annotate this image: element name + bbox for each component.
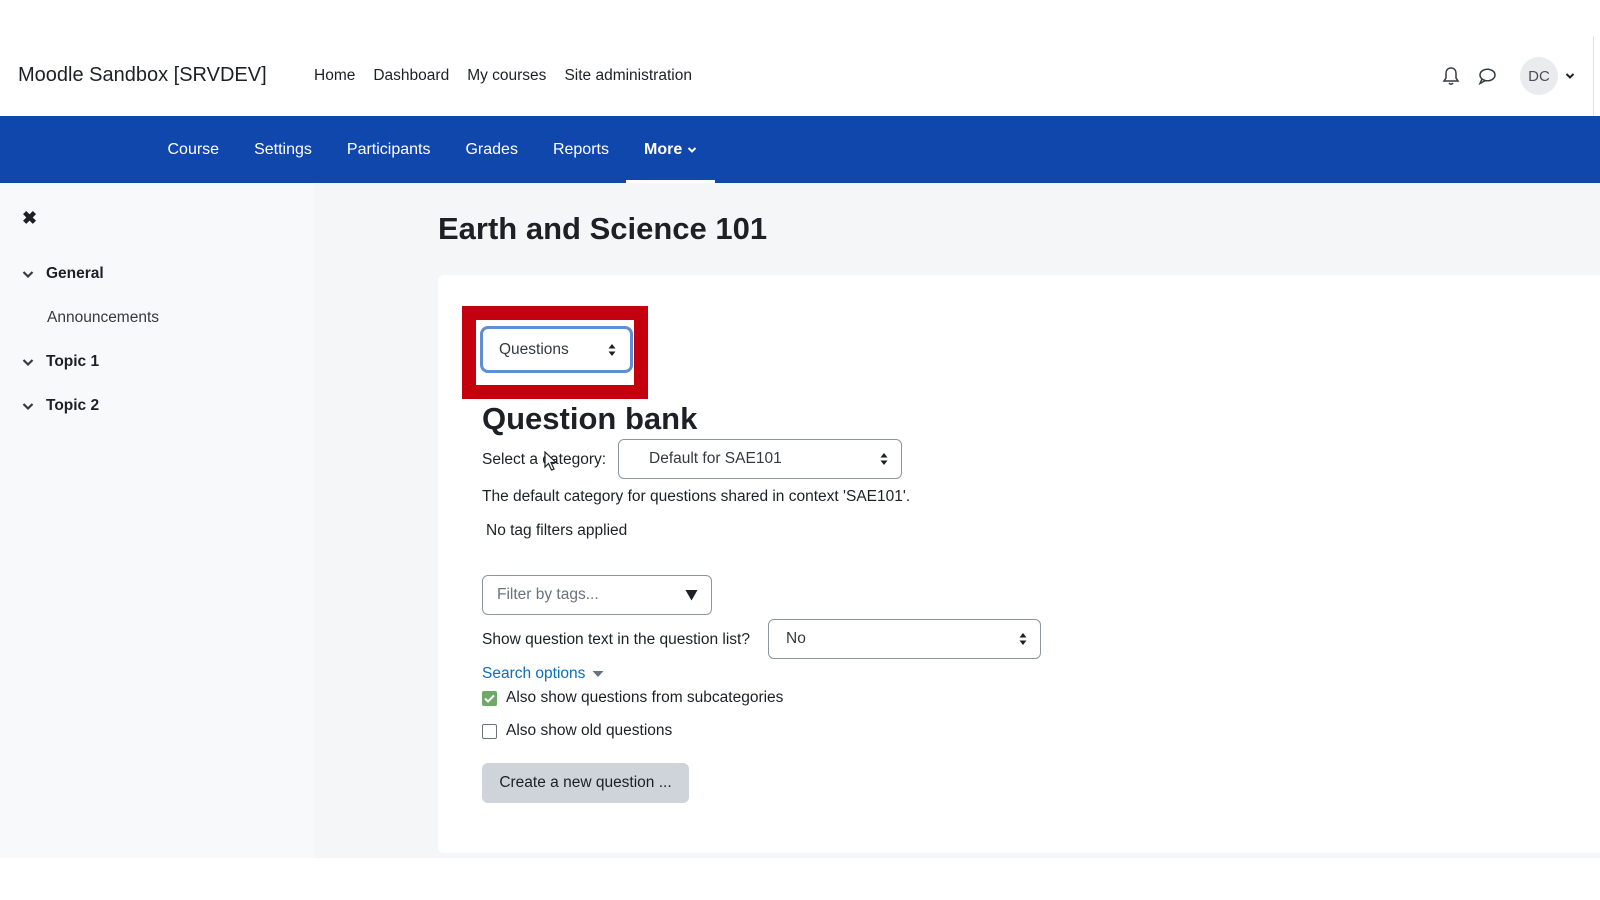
select-value: Questions (499, 340, 569, 358)
top-navbar: Moodle Sandbox [SRVDEV] Home Dashboard M… (0, 36, 1600, 116)
avatar[interactable]: DC (1520, 57, 1558, 95)
tab-reports[interactable]: Reports (535, 116, 626, 183)
bell-icon[interactable] (1442, 66, 1460, 86)
subcategories-label: Also show questions from subcategories (506, 689, 784, 706)
category-select[interactable]: Default for SAE101 (618, 439, 902, 479)
section-topic-2[interactable]: Topic 2 (22, 397, 99, 415)
sort-arrows-icon (1019, 633, 1027, 645)
tag-filter-input[interactable]: Filter by tags... (482, 575, 712, 615)
old-questions-checkbox[interactable] (482, 723, 497, 739)
dropdown-triangle-icon[interactable] (685, 589, 698, 601)
caret-down-icon (592, 671, 604, 677)
chevron-down-icon[interactable] (22, 358, 34, 367)
old-questions-label: Also show old questions (506, 722, 673, 739)
sort-arrows-icon (608, 344, 616, 356)
search-options-label: Search options (482, 665, 586, 682)
tab-participants[interactable]: Participants (329, 116, 448, 183)
section-label: Topic 1 (46, 353, 100, 370)
divider (1593, 36, 1594, 116)
search-options-toggle[interactable]: Search options (482, 665, 604, 683)
nav-site-administration[interactable]: Site administration (564, 67, 692, 85)
category-description: The default category for questions share… (482, 488, 911, 505)
nav-dashboard[interactable]: Dashboard (373, 67, 449, 85)
show-question-text-label: Show question text in the question list? (482, 631, 750, 648)
nav-my-courses[interactable]: My courses (467, 67, 546, 85)
course-index-drawer: ✖ General Announcements Topic 1 Topic 2 (0, 183, 314, 858)
primary-nav: Home Dashboard My courses Site administr… (314, 67, 692, 85)
select-value: No (786, 630, 806, 647)
section-topic-1[interactable]: Topic 1 (22, 353, 99, 371)
tab-more[interactable]: More (626, 116, 715, 183)
question-bank-heading: Question bank (482, 401, 698, 436)
page-title: Earth and Science 101 (438, 211, 768, 246)
chevron-down-icon[interactable] (22, 402, 34, 411)
user-actions: DC (1400, 36, 1600, 116)
chevron-down-icon (688, 146, 697, 153)
section-general[interactable]: General (22, 265, 104, 283)
create-new-question-button[interactable]: Create a new question ... (482, 763, 689, 803)
chevron-down-icon[interactable] (22, 270, 34, 279)
tag-filter-placeholder: Filter by tags... (497, 586, 599, 603)
nav-home[interactable]: Home (314, 67, 355, 85)
site-name[interactable]: Moodle Sandbox [SRVDEV] (18, 64, 267, 87)
section-label: General (46, 265, 104, 282)
course-secondary-nav: Course Settings Participants Grades Repo… (0, 116, 1600, 183)
chat-icon[interactable] (1478, 67, 1496, 85)
tab-more-label: More (643, 140, 683, 158)
activity-announcements[interactable]: Announcements (47, 309, 159, 327)
main-region: Earth and Science 101 Questions Question… (314, 183, 1600, 858)
select-value: Default for SAE101 (649, 450, 782, 467)
mouse-cursor-icon (544, 451, 558, 471)
chevron-down-icon[interactable] (1565, 72, 1575, 80)
tab-grades[interactable]: Grades (448, 116, 535, 183)
subcategories-checkbox[interactable] (482, 690, 497, 706)
old-questions-option[interactable]: Also show old questions (482, 722, 672, 740)
tab-course[interactable]: Course (150, 116, 237, 183)
content-card: Questions Question bank Select a categor… (438, 275, 1600, 853)
checkmark-icon (484, 694, 495, 703)
question-bank-navigation-select[interactable]: Questions (480, 326, 633, 373)
tag-filter-status: No tag filters applied (486, 522, 628, 539)
tab-settings[interactable]: Settings (237, 116, 330, 183)
show-question-text-select[interactable]: No (768, 619, 1041, 659)
subcategories-option[interactable]: Also show questions from subcategories (482, 689, 783, 707)
sort-arrows-icon (880, 453, 888, 465)
close-icon[interactable]: ✖ (22, 208, 37, 229)
section-label: Topic 2 (46, 397, 100, 414)
